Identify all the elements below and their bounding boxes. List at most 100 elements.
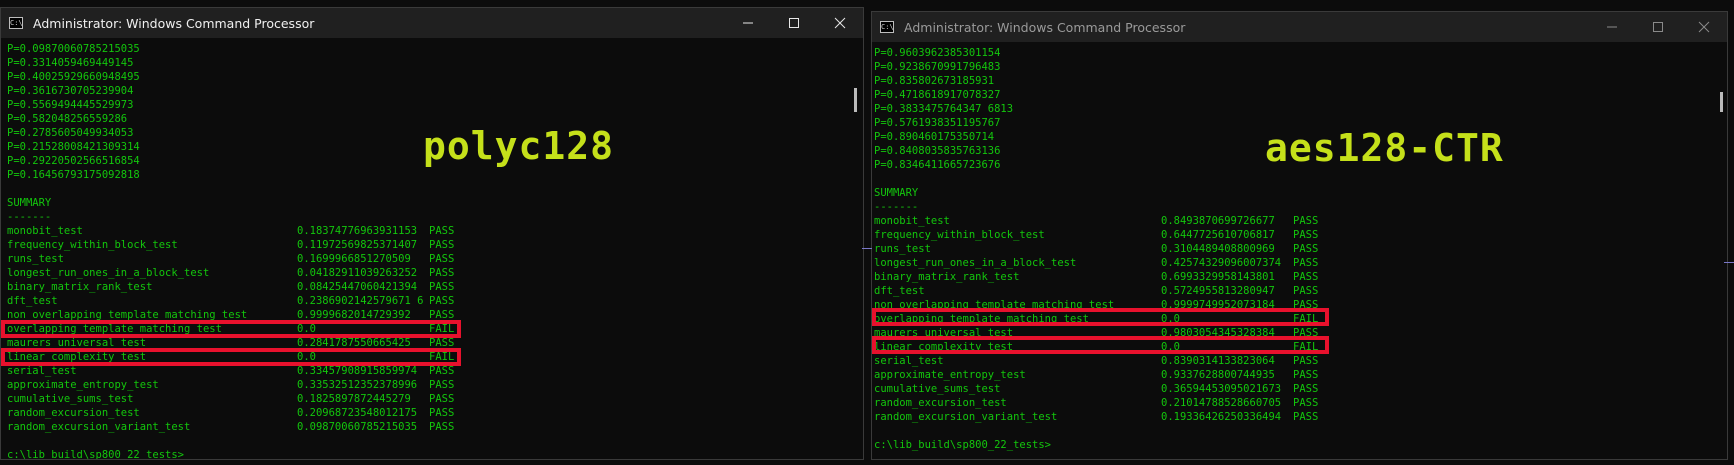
test-name: dft_test [7, 295, 58, 307]
left-highlight-overlapping [1, 320, 461, 338]
right-highlight-linear [872, 336, 1329, 354]
command-prompt[interactable]: c:\lib_build\sp800_22_tests> [7, 448, 845, 459]
test-result: PASS [429, 379, 455, 391]
p-value: 0.21014788528660705 [1161, 397, 1282, 409]
result-row: cumulative_sums_test 0.36594453095021673 P… [874, 382, 1709, 396]
p-value: 0.11972569825371407 [297, 239, 418, 251]
p-value-line: P=0.5569494445529973 [7, 99, 134, 111]
result-row: dft_test 0.2386902142579671 6 PASS [7, 294, 845, 308]
p-value: 0.08425447060421394 [297, 281, 418, 293]
cmd-icon: C:\ [9, 17, 23, 29]
result-row: random_excursion_variant_test 0.098700607… [7, 420, 845, 434]
window-edge-marker [1724, 262, 1734, 263]
p-value: 0.8493870699726677 [1161, 215, 1275, 227]
test-name: monobit_test [7, 225, 83, 237]
result-row: binary_matrix_rank_test 0.084254470604213… [7, 280, 845, 294]
p-value-line: P=0.16456793175092818 [7, 169, 140, 181]
p-value: 0.42574329096007374 [1161, 257, 1282, 269]
p-value: 0.8390314133823064 [1161, 355, 1275, 367]
left-minimize-button[interactable] [725, 8, 771, 38]
command-prompt[interactable]: c:\lib_build\sp800_22_tests> [874, 438, 1709, 452]
result-row: longest_run_ones_in_a_block_test 0.425743… [874, 256, 1709, 270]
test-name: cumulative_sums_test [874, 383, 1001, 395]
summary-title: SUMMARY [7, 197, 52, 209]
test-name: approximate_entropy_test [874, 369, 1026, 381]
left-close-button[interactable] [817, 8, 863, 38]
test-result: PASS [1293, 397, 1319, 409]
result-row: frequency_within_block_test 0.11972569825… [7, 238, 845, 252]
result-row: dft_test 0.5724955813280947 PASS [874, 284, 1709, 298]
p-value: 0.18374776963931153 [297, 225, 418, 237]
test-name: serial_test [7, 365, 77, 377]
right-scrollbar-thumb[interactable] [1720, 92, 1723, 112]
left-maximize-button[interactable] [771, 8, 817, 38]
test-name: frequency_within_block_test [874, 229, 1045, 241]
test-result: PASS [429, 281, 455, 293]
result-row: monobit_test 0.8493870699726677 PASS [874, 214, 1709, 228]
right-titlebar[interactable]: C:\ Administrator: Windows Command Proce… [872, 12, 1727, 42]
result-row: runs_test 0.3104489408800969 PASS [874, 242, 1709, 256]
p-value: 0.33457908915859974 [297, 365, 418, 377]
result-row: runs_test 0.1699966851270509 PASS [7, 252, 845, 266]
p-value: 0.2386902142579671 6 [297, 295, 424, 307]
test-name: random_excursion_test [7, 407, 140, 419]
test-result: PASS [1293, 271, 1319, 283]
result-row: longest_run_ones_in_a_block_test 0.041829… [7, 266, 845, 280]
test-result: PASS [429, 393, 455, 405]
left-highlight-linear [1, 348, 461, 366]
test-result: PASS [1293, 257, 1319, 269]
p-value: 0.20968723548012175 [297, 407, 418, 419]
test-result: PASS [429, 295, 455, 307]
p-value-line: P=0.40025929660948495 [7, 71, 140, 83]
test-result: PASS [429, 407, 455, 419]
right-label: aes128-CTR [1265, 126, 1504, 170]
summary-separator: ------- [874, 201, 919, 213]
left-titlebar[interactable]: C:\ Administrator: Windows Command Proce… [1, 8, 863, 38]
test-result: PASS [1293, 285, 1319, 297]
minimize-icon [1607, 26, 1617, 28]
p-value: 0.33532512352378996 [297, 379, 418, 391]
p-value-line: P=0.3616730705239904 [7, 85, 134, 97]
p-value: 0.09870060785215035 [297, 421, 418, 433]
left-console-output[interactable]: P=0.09870060785215035 P=0.331405946944914… [7, 42, 845, 459]
right-close-button[interactable] [1681, 12, 1727, 42]
result-row: random_excursion_test 0.21014788528660705… [874, 396, 1709, 410]
test-result: PASS [429, 421, 455, 433]
right-highlight-overlapping [872, 308, 1329, 326]
right-console-output[interactable]: P=0.9603962385301154 P=0.9238670991796483… [874, 46, 1709, 455]
maximize-icon [1653, 22, 1663, 32]
close-icon [834, 17, 846, 29]
p-value: 0.36594453095021673 [1161, 383, 1282, 395]
p-value: 0.3104489408800969 [1161, 243, 1275, 255]
window-edge-marker [862, 248, 872, 249]
test-name: approximate_entropy_test [7, 379, 159, 391]
p-value: 0.6447725610706817 [1161, 229, 1275, 241]
p-value: 0.6993329958143801 [1161, 271, 1275, 283]
right-maximize-button[interactable] [1635, 12, 1681, 42]
result-row: serial_test 0.8390314133823064 PASS [874, 354, 1709, 368]
result-row: approximate_entropy_test 0.33532512352378… [7, 378, 845, 392]
test-result: PASS [1293, 229, 1319, 241]
right-minimize-button[interactable] [1589, 12, 1635, 42]
left-scrollbar-thumb[interactable] [854, 88, 857, 112]
test-name: longest_run_ones_in_a_block_test [7, 267, 210, 279]
test-name: cumulative_sums_test [7, 393, 134, 405]
result-row: random_excursion_test 0.20968723548012175… [7, 406, 845, 420]
p-value-line: P=0.4718618917078327 [874, 89, 1001, 101]
test-name: random_excursion_variant_test [874, 411, 1058, 423]
summary-title: SUMMARY [874, 187, 919, 199]
test-name: dft_test [874, 285, 925, 297]
test-result: PASS [1293, 369, 1319, 381]
p-value: 0.1825897872445279 [297, 393, 411, 405]
test-name: runs_test [874, 243, 931, 255]
result-row: serial_test 0.33457908915859974 PASS [7, 364, 845, 378]
right-terminal-window[interactable]: C:\ Administrator: Windows Command Proce… [871, 11, 1728, 460]
cmd-icon: C:\ [880, 21, 894, 33]
p-value: 0.19336426250336494 [1161, 411, 1282, 423]
left-terminal-window[interactable]: C:\ Administrator: Windows Command Proce… [0, 7, 864, 460]
maximize-icon [789, 18, 799, 28]
test-result: PASS [429, 225, 455, 237]
left-window-title: Administrator: Windows Command Processor [33, 15, 315, 31]
